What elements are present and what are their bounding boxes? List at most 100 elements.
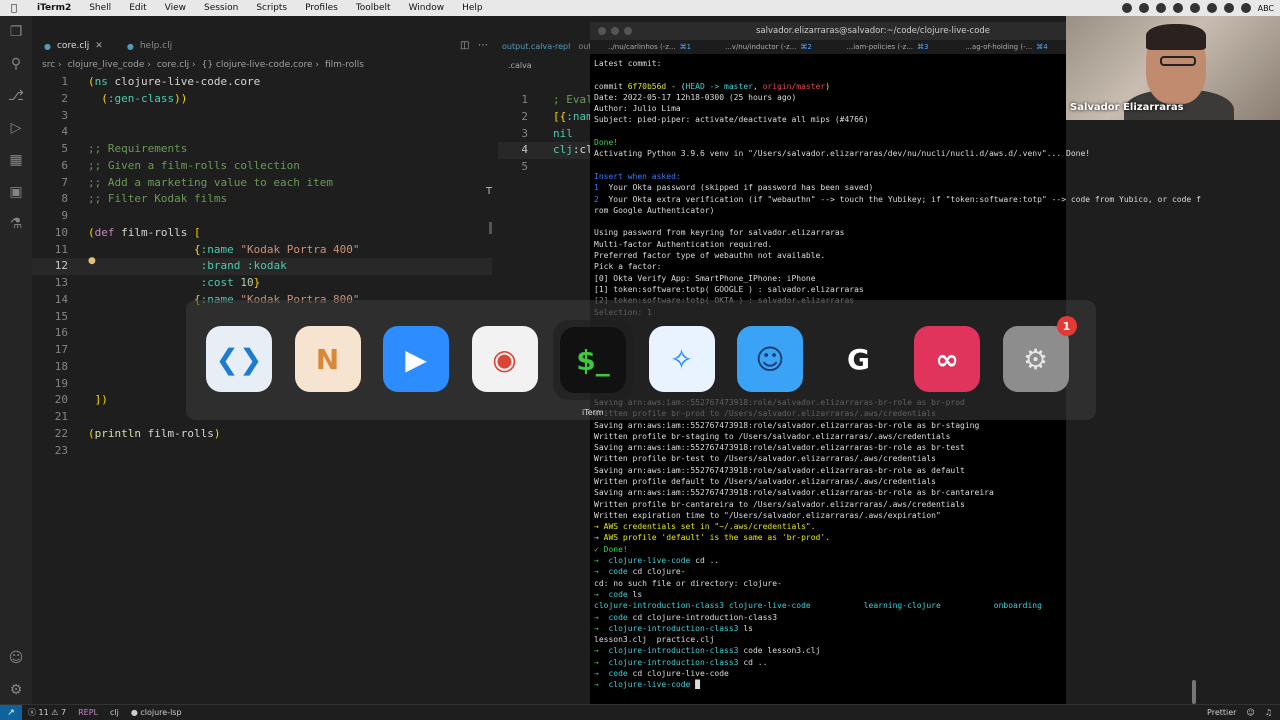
menu-item[interactable]: Shell bbox=[80, 3, 120, 13]
code-token: } bbox=[253, 276, 261, 289]
menu-item[interactable]: Window bbox=[400, 3, 454, 13]
repl-output[interactable]: 1 ; Eval 2 [{:name 3 nil 4 clj:cl 5 bbox=[498, 92, 600, 176]
remote-explorer-icon[interactable]: ▣ bbox=[0, 176, 32, 208]
zoom-icon[interactable]: ▶ bbox=[381, 324, 451, 394]
extensions-icon[interactable]: ▦ bbox=[0, 144, 32, 176]
line-content: :cost 10} bbox=[68, 275, 261, 292]
breadcrumb-item[interactable]: core.clj › bbox=[157, 60, 196, 70]
finder-icon[interactable]: ☺ bbox=[735, 324, 805, 394]
menu-item[interactable]: View bbox=[156, 3, 195, 13]
line-number: 2 bbox=[521, 109, 528, 123]
terminal-tab[interactable]: ...v/nu/inductor (-z... ⌘2 bbox=[709, 43, 828, 51]
line-number: 13 bbox=[54, 276, 68, 289]
terminal-line: → clojure-live-code █ bbox=[594, 679, 1194, 690]
prettier-status[interactable]: Prettier bbox=[1207, 708, 1236, 717]
terminal-line: cd: no such file or directory: clojure- bbox=[594, 578, 1194, 589]
menu-item[interactable]: Help bbox=[453, 3, 492, 13]
terminal-tab-label: ...v/nu/inductor (-z... bbox=[725, 43, 797, 51]
split-editor-icon[interactable]: ◫ bbox=[460, 40, 469, 51]
terminal-tab[interactable]: ...ag-of-holding (-... ⌘4 bbox=[947, 43, 1066, 51]
more-actions-icon[interactable]: ⋯ bbox=[478, 40, 488, 51]
vscode-icon[interactable]: ❮❯ bbox=[204, 324, 274, 394]
code-token: println bbox=[94, 426, 148, 440]
editor-tab[interactable]: ● help.clj bbox=[115, 36, 184, 56]
terminal-text: Author: Julio Lima bbox=[594, 104, 681, 114]
zoom-window-icon[interactable] bbox=[624, 27, 632, 35]
remote-indicator-icon[interactable]: ↗ bbox=[0, 704, 22, 720]
tray-icon[interactable] bbox=[1223, 3, 1234, 13]
terminal-line: → code cd clojure-introduction-class3 bbox=[594, 612, 1194, 623]
system-preferences-icon[interactable]: ⚙ 1 bbox=[1001, 316, 1077, 394]
language-mode[interactable]: clj bbox=[104, 708, 125, 717]
menu-item[interactable]: iTerm2 bbox=[28, 3, 80, 13]
terminal-text: [1] token:software:totp( GOOGLE ) : salv… bbox=[594, 284, 864, 294]
code-token: ) bbox=[101, 393, 108, 407]
apple-menu-icon[interactable]:  bbox=[0, 3, 28, 14]
tray-icon[interactable] bbox=[1172, 3, 1183, 13]
code-token: ) bbox=[174, 91, 181, 105]
terminal-tab-label: ...ag-of-holding (-... bbox=[965, 43, 1033, 51]
lightbulb-icon[interactable]: ● bbox=[88, 256, 96, 266]
manage-gear-icon[interactable]: ⚙ bbox=[0, 674, 32, 706]
creative-cloud-icon[interactable]: ∞ bbox=[912, 324, 982, 394]
explorer-icon[interactable]: ❐ bbox=[0, 16, 32, 48]
terminal-text: origin/master bbox=[762, 81, 826, 91]
repl-tab[interactable]: output.calva-repl bbox=[502, 42, 570, 51]
line-number: 16 bbox=[54, 326, 68, 340]
creative-cloud-glyph: ∞ bbox=[914, 326, 980, 392]
terminal-line: → AWS profile 'default' is the same as '… bbox=[594, 532, 1194, 543]
repl-status[interactable]: REPL bbox=[72, 708, 104, 717]
minimap[interactable]: T bbox=[486, 186, 494, 246]
chrome-icon[interactable]: ◉ bbox=[470, 324, 540, 394]
input-source[interactable]: ABC bbox=[1258, 4, 1274, 13]
logitech-g-icon[interactable]: G bbox=[824, 324, 894, 394]
tray-icon[interactable] bbox=[1206, 3, 1217, 13]
code-token: { bbox=[193, 242, 201, 256]
source-control-icon[interactable]: ⎇ bbox=[0, 80, 32, 112]
system-preferences-glyph: ⚙ bbox=[1002, 326, 1069, 392]
terminal-line: lesson3.clj practice.clj bbox=[594, 634, 1194, 645]
terminal-tab[interactable]: ../nu/carlinhos (-z... ⌘1 bbox=[590, 43, 709, 51]
minimize-window-icon[interactable] bbox=[611, 27, 619, 35]
line-number: 1 bbox=[521, 93, 528, 106]
problems-count[interactable]: ⓧ 11 ⚠ 7 bbox=[22, 707, 72, 718]
tray-icon[interactable] bbox=[1155, 3, 1166, 13]
terminal-tab[interactable]: ...iam-policies (-z... ⌘3 bbox=[828, 43, 947, 51]
close-tab-icon[interactable]: ✕ bbox=[95, 41, 103, 51]
run-debug-icon[interactable]: ▷ bbox=[0, 112, 32, 144]
terminal-text: → bbox=[594, 567, 609, 577]
menu-item[interactable]: Edit bbox=[120, 3, 155, 13]
code-token: clj bbox=[553, 143, 573, 157]
code-token: :cost bbox=[200, 276, 241, 289]
close-window-icon[interactable] bbox=[598, 27, 606, 35]
breadcrumb-item[interactable]: film-rolls bbox=[325, 60, 364, 70]
terminal-scrollbar[interactable] bbox=[1192, 680, 1196, 704]
menu-item[interactable]: Toolbelt bbox=[347, 3, 400, 13]
notability-icon[interactable]: N bbox=[293, 324, 363, 394]
breadcrumb-item[interactable]: clojure_live_code › bbox=[68, 60, 151, 70]
code-line: 3 nil bbox=[498, 126, 599, 143]
terminal-line: Written profile br-cantareira to /Users/… bbox=[594, 499, 1194, 510]
safari-icon[interactable]: ✧ bbox=[647, 324, 717, 394]
testing-icon[interactable]: ⚗ bbox=[0, 208, 32, 240]
tray-icon[interactable] bbox=[1189, 3, 1200, 13]
editor-tab[interactable]: ● core.clj ✕ bbox=[32, 36, 115, 56]
status-bar: ↗ ⓧ 11 ⚠ 7 REPL clj ● clojure-lsp Pretti… bbox=[0, 704, 1280, 720]
scrollbar-thumb[interactable] bbox=[489, 222, 492, 234]
menu-item[interactable]: Scripts bbox=[247, 3, 296, 13]
menu-item[interactable]: Session bbox=[195, 3, 247, 13]
notifications-bell-icon[interactable]: ♫ bbox=[1265, 708, 1272, 717]
breadcrumb-item[interactable]: {} clojure-live-code.core › bbox=[202, 60, 319, 70]
tray-icon[interactable] bbox=[1121, 3, 1132, 13]
code-line: 10 (def film-rolls [ bbox=[32, 225, 492, 242]
tray-icon[interactable] bbox=[1240, 3, 1251, 13]
iterm-icon[interactable]: $_ bbox=[553, 320, 633, 400]
breadcrumb-item[interactable]: src › bbox=[42, 60, 62, 70]
search-icon[interactable]: ⚲ bbox=[0, 48, 32, 80]
lsp-status[interactable]: ● clojure-lsp bbox=[125, 708, 188, 717]
tray-icon[interactable] bbox=[1138, 3, 1149, 13]
account-icon[interactable]: ☺ bbox=[0, 642, 32, 674]
menu-item[interactable]: Profiles bbox=[296, 3, 347, 13]
feedback-icon[interactable]: ☺ bbox=[1246, 708, 1254, 717]
